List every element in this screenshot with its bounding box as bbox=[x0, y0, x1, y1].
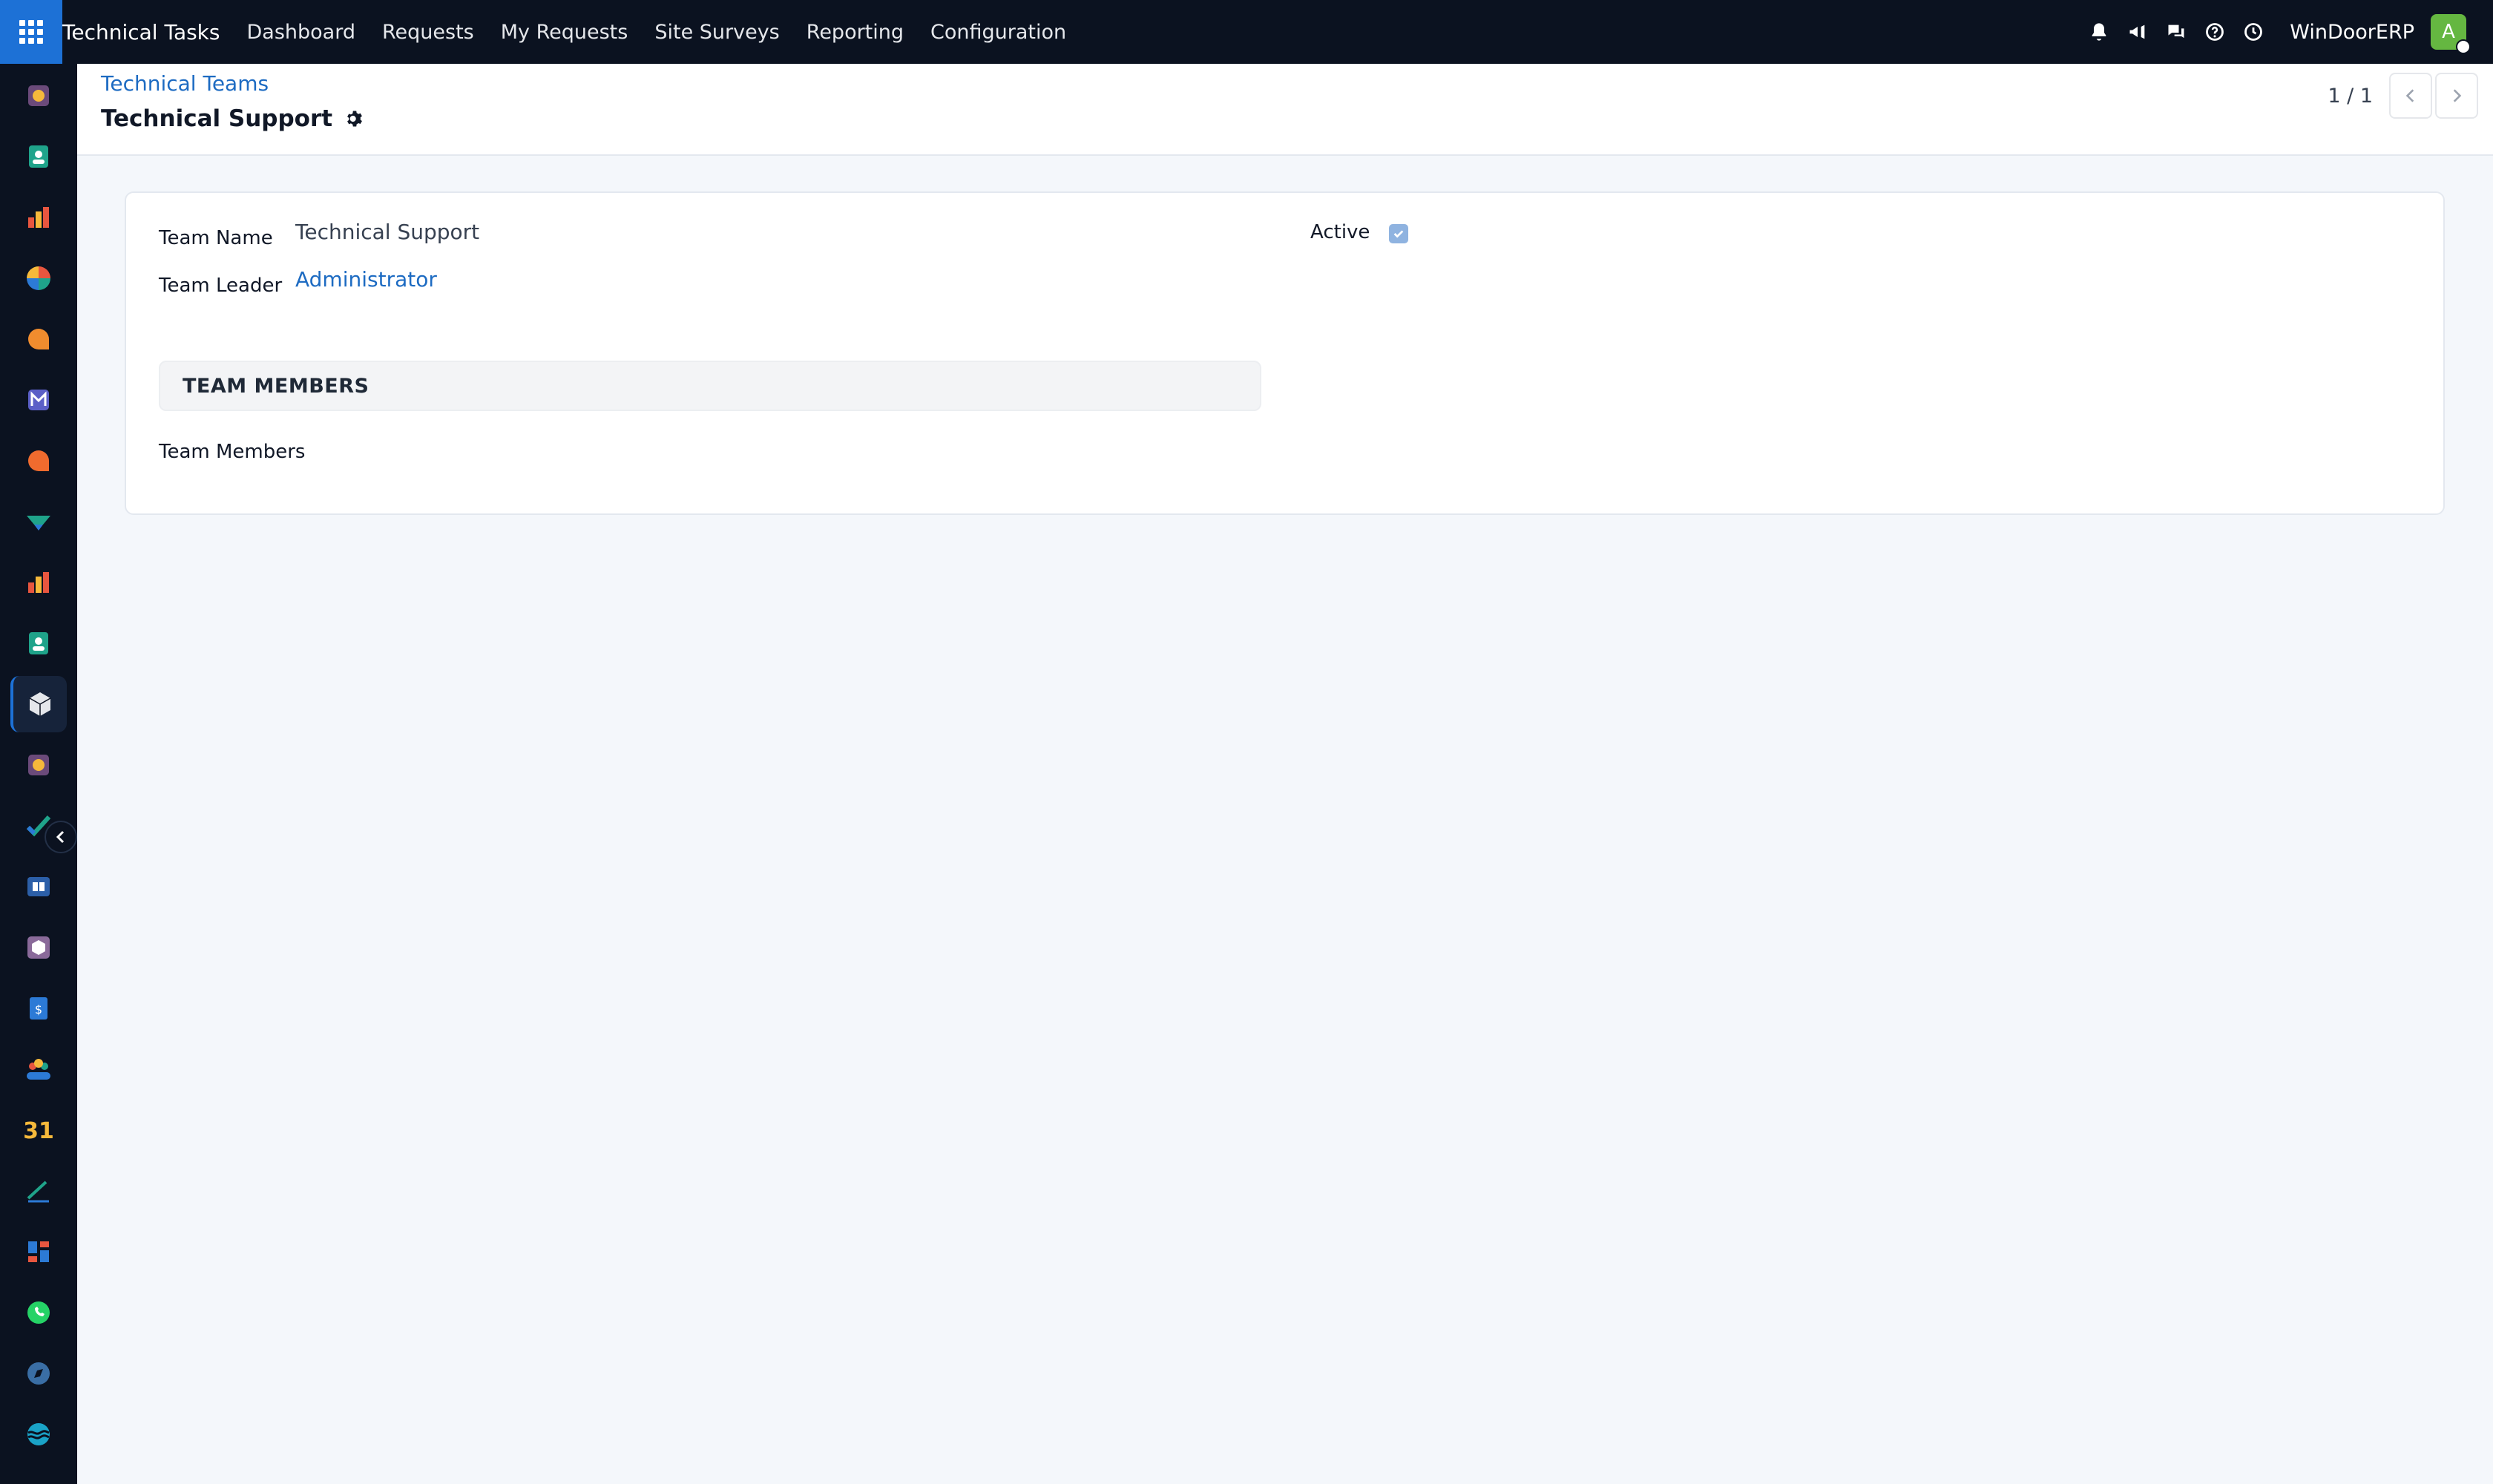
chevron-right-icon bbox=[2453, 89, 2462, 102]
invoice-icon: $ bbox=[30, 997, 47, 1020]
team-name-label: Team Name bbox=[159, 227, 273, 249]
calendar-icon: 31 bbox=[24, 1118, 53, 1144]
top-navbar: Technical Tasks Dashboard Requests My Re… bbox=[0, 0, 2493, 64]
chat-icon[interactable] bbox=[2165, 21, 2187, 43]
menu-item-reporting[interactable]: Reporting bbox=[807, 21, 904, 44]
pager-previous-button[interactable] bbox=[2389, 73, 2432, 119]
team-leader-label: Team Leader bbox=[159, 275, 283, 297]
wave-icon bbox=[27, 1423, 50, 1445]
megaphone-icon[interactable] bbox=[2126, 21, 2149, 43]
company-switcher[interactable]: WinDoorERP bbox=[2290, 21, 2414, 44]
app-sidebar: $ 31 bbox=[0, 64, 77, 1484]
sidebar-invoicing[interactable]: $ bbox=[10, 980, 67, 1037]
check-icon bbox=[1393, 230, 1404, 238]
bar-chart-icon bbox=[28, 207, 49, 228]
avatar-initial: A bbox=[2442, 21, 2455, 43]
sidebar-employees[interactable] bbox=[10, 1041, 67, 1097]
check-flag-icon bbox=[27, 516, 50, 531]
app-icon bbox=[28, 755, 49, 775]
page-title: Technical Support bbox=[101, 105, 333, 132]
status-dot bbox=[2456, 39, 2471, 54]
menu-item-configuration[interactable]: Configuration bbox=[930, 21, 1066, 44]
sidebar-sign[interactable] bbox=[10, 1163, 67, 1219]
sidebar-reports[interactable] bbox=[10, 189, 67, 246]
sign-icon bbox=[27, 1181, 49, 1203]
menu-item-dashboard[interactable]: Dashboard bbox=[247, 21, 355, 44]
chat-bubble-icon-2 bbox=[28, 450, 49, 471]
team-leader-link[interactable]: Administrator bbox=[295, 267, 437, 292]
sidebar-app-2[interactable] bbox=[10, 737, 67, 793]
sidebar-knowledge[interactable] bbox=[10, 858, 67, 915]
bar-chart-icon-2 bbox=[28, 572, 49, 593]
section-title: TEAM MEMBERS bbox=[183, 374, 369, 398]
sidebar-wave[interactable] bbox=[10, 1406, 67, 1462]
sidebar-check[interactable] bbox=[10, 493, 67, 550]
team-members-section-header: TEAM MEMBERS bbox=[159, 361, 1261, 411]
sidebar-livechat[interactable] bbox=[10, 433, 67, 489]
sidebar-contacts[interactable] bbox=[10, 128, 67, 185]
app-name[interactable]: Technical Tasks bbox=[62, 20, 220, 45]
chevron-left-icon bbox=[56, 830, 65, 844]
title-row: Technical Support bbox=[101, 105, 365, 132]
whatsapp-icon bbox=[27, 1301, 50, 1324]
sidebar-compass[interactable] bbox=[10, 1345, 67, 1402]
contacts-icon-2 bbox=[29, 632, 48, 654]
people-icon bbox=[27, 1059, 50, 1080]
user-avatar[interactable]: A bbox=[2431, 14, 2471, 54]
bell-icon[interactable] bbox=[2088, 21, 2110, 43]
main-menu: Dashboard Requests My Requests Site Surv… bbox=[247, 21, 1094, 44]
sidebar-reports-2[interactable] bbox=[10, 554, 67, 611]
help-icon[interactable] bbox=[2204, 21, 2226, 43]
breadcrumb-technical-teams[interactable]: Technical Teams bbox=[101, 71, 269, 96]
box-icon bbox=[29, 692, 51, 716]
sidebar-discuss[interactable] bbox=[10, 311, 67, 367]
svg-text:$: $ bbox=[35, 1002, 42, 1017]
contacts-icon bbox=[29, 145, 48, 168]
chat-bubble-icon bbox=[28, 329, 49, 349]
package-icon bbox=[27, 936, 50, 959]
sidebar-calendar[interactable]: 31 bbox=[10, 1102, 67, 1158]
navbar-systray: WinDoorERP A bbox=[2072, 0, 2471, 64]
dashboard-icon bbox=[28, 1241, 49, 1262]
record-pager: 1 / 1 bbox=[2328, 73, 2478, 119]
sidebar-pie[interactable] bbox=[10, 250, 67, 306]
pager-next-button[interactable] bbox=[2435, 73, 2478, 119]
pager-value[interactable]: 1 / 1 bbox=[2328, 85, 2373, 108]
control-panel: Technical Teams Technical Support 1 / 1 bbox=[77, 64, 2493, 156]
sidebar-whatsapp[interactable] bbox=[10, 1284, 67, 1341]
sidebar-app-1[interactable] bbox=[10, 68, 67, 124]
form-sheet: Team Name Technical Support Team Leader … bbox=[125, 191, 2445, 515]
sidebar-mail[interactable] bbox=[10, 372, 67, 428]
clock-icon[interactable] bbox=[2242, 21, 2264, 43]
sidebar-collapse-button[interactable] bbox=[45, 821, 77, 853]
menu-item-my-requests[interactable]: My Requests bbox=[501, 21, 628, 44]
mail-icon bbox=[28, 390, 49, 410]
app-icon bbox=[28, 85, 49, 106]
book-icon bbox=[27, 877, 50, 896]
menu-item-site-surveys[interactable]: Site Surveys bbox=[654, 21, 779, 44]
chevron-left-icon bbox=[2405, 89, 2414, 102]
sidebar-dashboards[interactable] bbox=[10, 1224, 67, 1280]
pie-icon bbox=[27, 266, 50, 290]
sidebar-technical-tasks[interactable] bbox=[10, 676, 67, 732]
svg-text:31: 31 bbox=[24, 1118, 53, 1144]
menu-item-requests[interactable]: Requests bbox=[382, 21, 474, 44]
active-checkbox[interactable] bbox=[1389, 224, 1408, 243]
sidebar-inventory[interactable] bbox=[10, 919, 67, 976]
sidebar-contacts-2[interactable] bbox=[10, 615, 67, 672]
apps-menu-button[interactable] bbox=[0, 0, 62, 64]
compass-icon bbox=[27, 1362, 50, 1385]
active-label: Active bbox=[1310, 221, 1370, 243]
apps-grid-icon bbox=[19, 20, 43, 44]
gear-icon[interactable] bbox=[344, 108, 365, 129]
team-members-label: Team Members bbox=[159, 441, 306, 463]
team-name-field[interactable]: Technical Support bbox=[295, 220, 479, 244]
